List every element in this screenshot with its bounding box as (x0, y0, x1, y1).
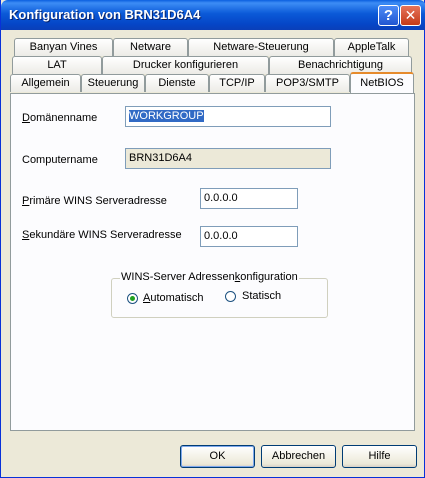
cancel-button[interactable]: Abbrechen (261, 445, 336, 468)
tab-allgemein[interactable]: Allgemein (10, 74, 81, 92)
domain-label: Domänenname (22, 112, 98, 124)
radio-statisch[interactable] (225, 291, 236, 302)
title-bar[interactable]: Konfiguration von BRN31D6A4 ? ✕ (1, 0, 425, 30)
ok-button[interactable]: OK (180, 445, 255, 468)
tab-dienste[interactable]: Dienste (145, 74, 209, 92)
tab-steuerung[interactable]: Steuerung (81, 74, 145, 92)
wins-config-group: WINS-Server Adressenkonfiguration Automa… (111, 271, 328, 318)
radio-statisch-label[interactable]: Statisch (242, 290, 281, 302)
close-icon[interactable]: ✕ (400, 5, 421, 26)
tab-drucker-konfigurieren[interactable]: Drucker konfigurieren (102, 56, 269, 74)
wins-config-group-title: WINS-Server Adressenkonfiguration (120, 271, 299, 283)
tab-netware[interactable]: Netware (113, 38, 188, 56)
tab-pop3-smtp[interactable]: POP3/SMTP (265, 74, 350, 92)
tab-lat[interactable]: LAT (12, 56, 102, 74)
help-button[interactable]: Hilfe (342, 445, 417, 468)
radio-automatisch-label[interactable]: Automatisch (143, 292, 204, 304)
tab-tcp-ip[interactable]: TCP/IP (209, 74, 265, 92)
wins-primary-label: Primäre WINS Serveradresse (22, 195, 167, 207)
tab-netbios[interactable]: NetBIOS (350, 72, 414, 93)
help-icon[interactable]: ? (378, 5, 399, 26)
wins-secondary-input[interactable]: 0.0.0.0 (200, 226, 298, 247)
computer-label: Computername (22, 154, 98, 166)
window-title: Konfiguration von BRN31D6A4 (9, 7, 201, 22)
radio-selected-dot (130, 296, 135, 301)
tab-appletalk[interactable]: AppleTalk (334, 38, 409, 56)
netbios-panel: Domänenname WORKGROUP Computername BRN31… (10, 93, 415, 431)
radio-automatisch[interactable] (127, 293, 138, 304)
computer-field: BRN31D6A4 (125, 148, 331, 169)
tab-netware-steuerung[interactable]: Netware-Steuerung (188, 38, 334, 56)
configuration-dialog: Konfiguration von BRN31D6A4 ? ✕ Banyan V… (0, 0, 425, 478)
tab-banyan-vines[interactable]: Banyan Vines (14, 38, 113, 56)
wins-secondary-label: Sekundäre WINS Serveradresse (22, 229, 182, 241)
wins-primary-input[interactable]: 0.0.0.0 (200, 188, 298, 209)
domain-input[interactable]: WORKGROUP (125, 106, 331, 127)
